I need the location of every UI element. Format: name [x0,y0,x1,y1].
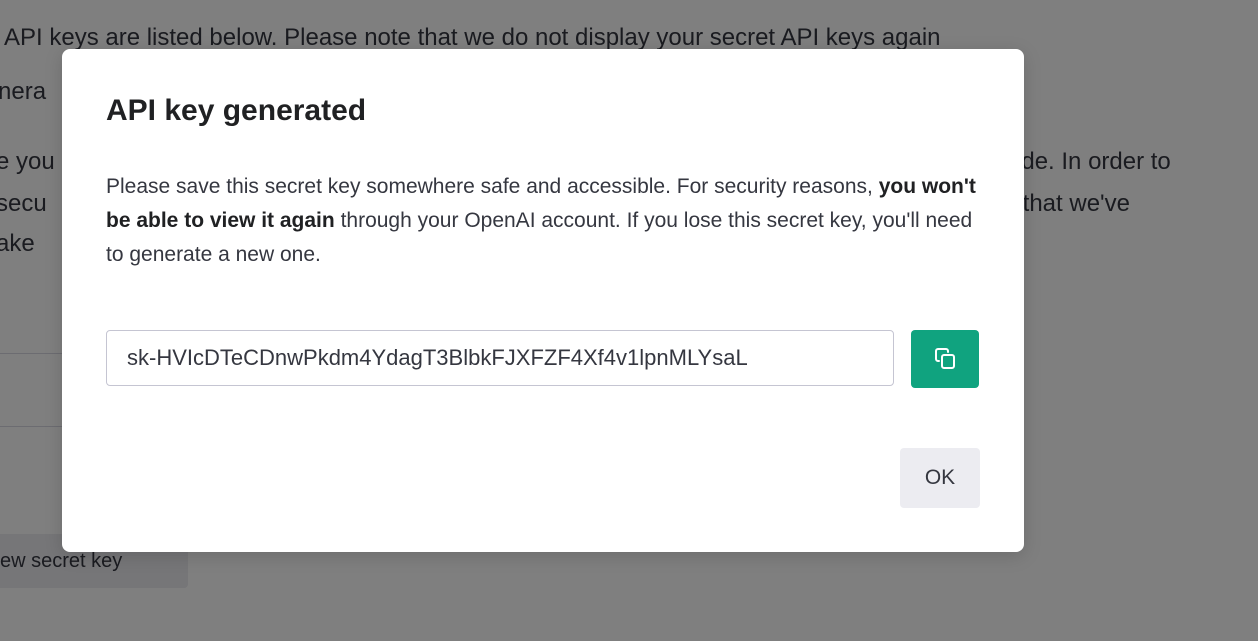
page: API keys are listed below. Please note t… [0,0,1258,641]
secret-key-row [106,330,980,390]
copy-icon [911,347,979,371]
dialog-message: Please save this secret key somewhere sa… [106,170,986,272]
dialog-title: API key generated [106,94,367,127]
copy-key-button[interactable] [911,330,979,388]
secret-key-input[interactable] [106,330,894,386]
dialog-message-intro: Please save this secret key somewhere sa… [106,175,879,198]
ok-button[interactable]: OK [900,448,980,508]
api-key-generated-dialog: API key generated Please save this secre… [62,49,1024,552]
